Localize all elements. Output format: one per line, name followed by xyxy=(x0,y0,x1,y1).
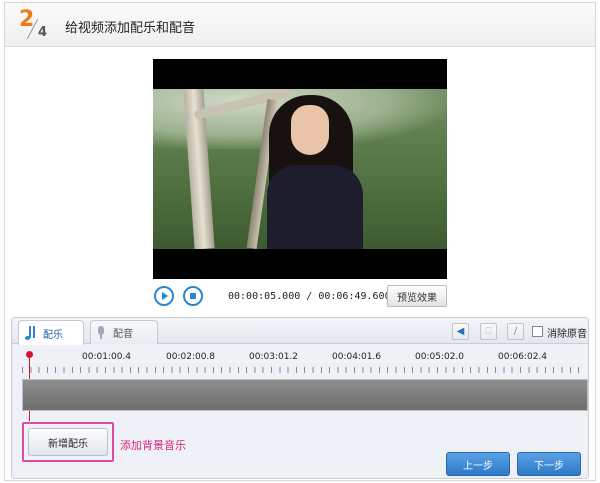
stop-button[interactable] xyxy=(183,286,203,306)
video-preview[interactable] xyxy=(153,59,447,279)
microphone-icon xyxy=(97,325,105,340)
tab-voiceover-label: 配音 xyxy=(113,329,133,340)
time-separator: / xyxy=(306,291,313,302)
tab-music-label: 配乐 xyxy=(43,329,63,341)
mute-original-label: 消除原音 xyxy=(547,329,587,340)
clear-button[interactable]: ∕ xyxy=(507,323,524,340)
tick-label: 00:02:00.8 xyxy=(166,352,216,362)
playhead-handle[interactable] xyxy=(26,351,33,358)
play-button[interactable] xyxy=(154,286,174,306)
timecode: 00:00:05.000 / 00:06:49.600 xyxy=(228,291,391,302)
tick-label: 00:06:02.4 xyxy=(498,352,548,362)
preview-button[interactable]: 预览效果 xyxy=(387,285,447,307)
video-frame xyxy=(153,89,447,249)
tab-music[interactable]: 配乐 xyxy=(18,320,84,345)
speaker-button[interactable]: ◀ xyxy=(452,323,469,340)
play-icon xyxy=(162,292,168,300)
next-step-button[interactable]: 下一步 xyxy=(517,452,581,476)
step-total: 4 xyxy=(38,25,48,40)
page-title: 给视频添加配乐和配音 xyxy=(65,21,196,36)
add-music-highlight: 新增配乐 xyxy=(22,422,114,462)
broom-icon: ∕ xyxy=(513,326,518,337)
add-music-button[interactable]: 新增配乐 xyxy=(28,428,108,456)
stop-icon xyxy=(190,293,196,299)
time-current: 00:00:05.000 xyxy=(228,291,301,302)
music-note-icon xyxy=(25,326,35,340)
speaker-icon: ◀ xyxy=(456,326,465,337)
prev-step-button[interactable]: 上一步 xyxy=(446,452,510,476)
timeline-ruler[interactable]: 00:01:00.4 00:02:00.8 00:03:01.2 00:04:0… xyxy=(22,350,586,374)
tab-voiceover[interactable]: 配音 xyxy=(90,320,158,344)
wizard-window: 2 4 给视频添加配乐和配音 00:00:05.000 / 00:06:49.6… xyxy=(4,2,596,481)
mute-original-checkbox[interactable] xyxy=(532,326,543,337)
delete-button[interactable]: ⎕ xyxy=(480,323,497,340)
add-music-hint: 添加背景音乐 xyxy=(120,439,186,452)
tick-label: 00:05:02.0 xyxy=(415,352,465,362)
wizard-header: 2 4 给视频添加配乐和配音 xyxy=(5,3,595,47)
tab-bar: 配乐 配音 ◀ ⎕ ∕ 消除原音 xyxy=(12,318,588,345)
audio-panel: 配乐 配音 ◀ ⎕ ∕ 消除原音 00:01:00.4 00:02:00.8 0… xyxy=(11,317,589,479)
time-total: 00:06:49.600 xyxy=(318,291,391,302)
tick-label: 00:03:01.2 xyxy=(249,352,299,362)
tick-label: 00:04:01.6 xyxy=(332,352,382,362)
music-track[interactable] xyxy=(22,379,588,411)
timeline-ticks xyxy=(22,367,586,373)
tick-label: 00:01:00.4 xyxy=(82,352,132,362)
trash-icon: ⎕ xyxy=(485,326,492,337)
scene-person-face xyxy=(291,105,329,155)
scene-person-body xyxy=(267,165,363,249)
